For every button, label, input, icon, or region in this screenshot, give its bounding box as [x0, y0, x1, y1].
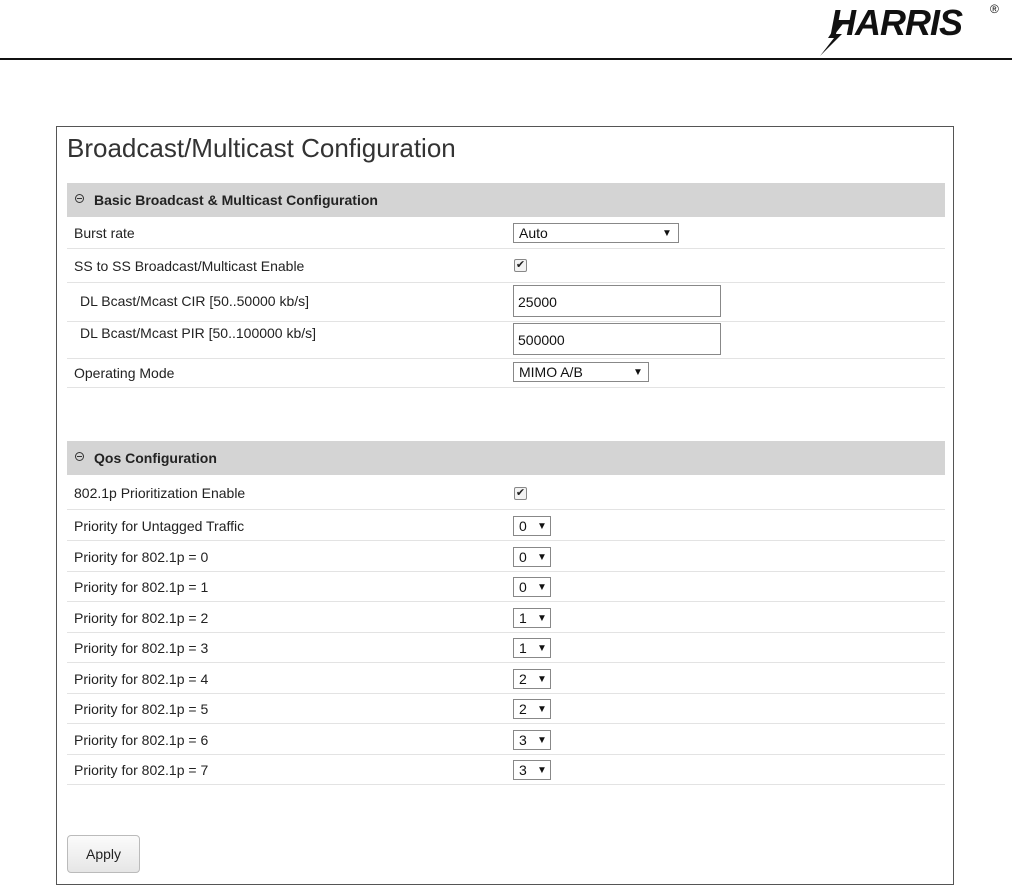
collapse-icon[interactable]: [75, 452, 84, 461]
basic-section-header[interactable]: Basic Broadcast & Multicast Configuratio…: [67, 183, 945, 217]
apply-button[interactable]: Apply: [67, 835, 140, 873]
priority-row: Priority for 802.1p = 2 1 ▼: [67, 602, 945, 633]
collapse-icon[interactable]: [75, 194, 84, 203]
priority-row: Priority for 802.1p = 1 0 ▼: [67, 571, 945, 602]
priority-label: Priority for 802.1p = 2: [74, 610, 209, 626]
chevron-down-icon: ▼: [537, 552, 547, 563]
priority-row: Priority for 802.1p = 6 3 ▼: [67, 724, 945, 755]
operating-mode-value: MIMO A/B: [519, 364, 583, 380]
priority-select[interactable]: 0 ▼: [513, 516, 551, 536]
priority-value: 1: [519, 610, 527, 626]
priority-select[interactable]: 3 ▼: [513, 730, 551, 750]
priority-value: 1: [519, 640, 527, 656]
priority-value: 2: [519, 671, 527, 687]
dl-pir-input[interactable]: 500000: [513, 323, 721, 355]
dl-cir-value: 25000: [518, 294, 557, 310]
config-panel: Broadcast/Multicast Configuration Basic …: [56, 126, 954, 885]
ss-enable-label: SS to SS Broadcast/Multicast Enable: [74, 258, 305, 274]
dl-cir-label: DL Bcast/Mcast CIR [50..50000 kb/s]: [80, 293, 310, 309]
chevron-down-icon: ▼: [537, 765, 547, 776]
chevron-down-icon: ▼: [537, 521, 547, 532]
chevron-down-icon: ▼: [662, 228, 672, 239]
priority-row: Priority for Untagged Traffic 0 ▼: [67, 510, 945, 541]
chevron-down-icon: ▼: [537, 643, 547, 654]
chevron-down-icon: ▼: [537, 613, 547, 624]
page-title: Broadcast/Multicast Configuration: [67, 133, 456, 163]
priority-value: 3: [519, 762, 527, 778]
basic-section-title: Basic Broadcast & Multicast Configuratio…: [94, 192, 378, 208]
priority-value: 0: [519, 579, 527, 595]
dl-cir-row: DL Bcast/Mcast CIR [50..50000 kb/s] 2500…: [67, 283, 945, 322]
brand-name: HARRIS: [830, 2, 963, 43]
priority-value: 0: [519, 549, 527, 565]
chevron-down-icon: ▼: [537, 735, 547, 746]
qos-section-title: Qos Configuration: [94, 450, 217, 466]
chevron-down-icon: ▼: [633, 367, 643, 378]
priority-label: Priority for 802.1p = 3: [74, 640, 209, 656]
prio-enable-checkbox[interactable]: ✔: [514, 487, 527, 500]
operating-mode-label: Operating Mode: [74, 365, 175, 381]
priority-row: Priority for 802.1p = 0 0 ▼: [67, 541, 945, 572]
priority-label: Priority for 802.1p = 0: [74, 549, 209, 565]
priority-select[interactable]: 0 ▼: [513, 547, 551, 567]
ss-enable-checkbox[interactable]: ✔: [514, 259, 527, 272]
dl-cir-input[interactable]: 25000: [513, 285, 721, 317]
chevron-down-icon: ▼: [537, 582, 547, 593]
dl-pir-row: DL Bcast/Mcast PIR [50..100000 kb/s] 500…: [67, 322, 945, 359]
priority-label: Priority for Untagged Traffic: [74, 518, 245, 534]
priority-label: Priority for 802.1p = 6: [74, 732, 209, 748]
priority-label: Priority for 802.1p = 5: [74, 701, 209, 717]
burst-rate-row: Burst rate Auto ▼: [67, 217, 945, 249]
operating-mode-select[interactable]: MIMO A/B ▼: [513, 362, 649, 382]
operating-mode-row: Operating Mode MIMO A/B ▼: [67, 359, 945, 388]
chevron-down-icon: ▼: [537, 674, 547, 685]
qos-section-header[interactable]: Qos Configuration: [67, 441, 945, 475]
priority-row: Priority for 802.1p = 7 3 ▼: [67, 754, 945, 785]
priority-row: Priority for 802.1p = 4 2 ▼: [67, 663, 945, 694]
priority-select[interactable]: 2 ▼: [513, 699, 551, 719]
dl-pir-label: DL Bcast/Mcast PIR [50..100000 kb/s]: [80, 325, 317, 341]
priority-value: 0: [519, 518, 527, 534]
burst-rate-select[interactable]: Auto ▼: [513, 223, 679, 243]
priority-row: Priority for 802.1p = 5 2 ▼: [67, 693, 945, 724]
priority-value: 3: [519, 732, 527, 748]
ss-enable-row: SS to SS Broadcast/Multicast Enable ✔: [67, 249, 945, 283]
priority-select[interactable]: 0 ▼: [513, 577, 551, 597]
priority-select[interactable]: 3 ▼: [513, 760, 551, 780]
burst-rate-value: Auto: [519, 225, 548, 241]
chevron-down-icon: ▼: [537, 704, 547, 715]
priority-value: 2: [519, 701, 527, 717]
priority-select[interactable]: 1 ▼: [513, 638, 551, 658]
registered-mark: ®: [990, 2, 999, 16]
priority-label: Priority for 802.1p = 4: [74, 671, 209, 687]
priority-row: Priority for 802.1p = 3 1 ▼: [67, 632, 945, 663]
priority-select[interactable]: 2 ▼: [513, 669, 551, 689]
burst-rate-label: Burst rate: [74, 225, 135, 241]
header-divider: [0, 58, 1012, 60]
prio-enable-label: 802.1p Prioritization Enable: [74, 485, 246, 501]
priority-label: Priority for 802.1p = 7: [74, 762, 209, 778]
prio-enable-row: 802.1p Prioritization Enable ✔: [67, 476, 945, 510]
priority-select[interactable]: 1 ▼: [513, 608, 551, 628]
dl-pir-value: 500000: [518, 332, 565, 348]
priority-label: Priority for 802.1p = 1: [74, 579, 209, 595]
